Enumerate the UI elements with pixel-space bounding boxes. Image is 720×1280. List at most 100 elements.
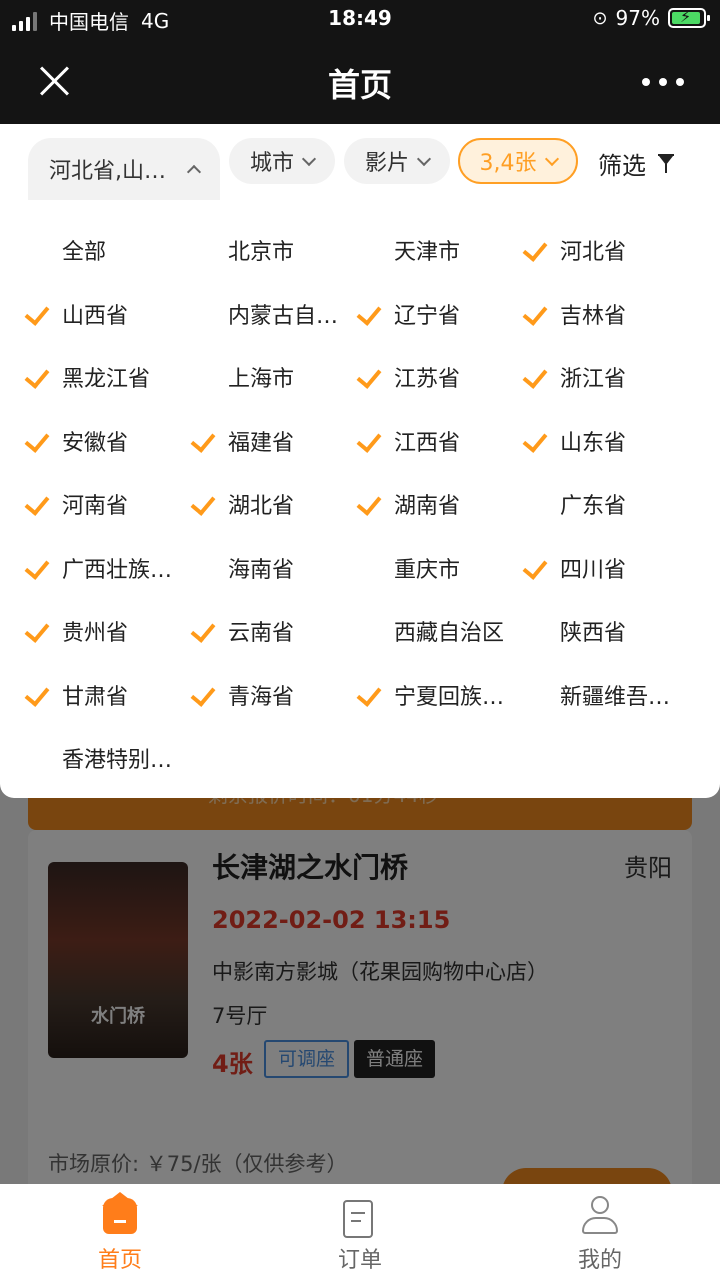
province-option-label: 贵州省 [62,621,129,646]
checkmark-icon [356,299,382,326]
province-option-label: 全部 [62,240,107,265]
province-option[interactable]: 江苏省 [356,353,520,393]
province-option[interactable]: 青海省 [190,671,354,711]
province-option-label: 黑龙江省 [62,367,151,392]
city-filter[interactable]: 城市 [229,138,335,184]
province-option[interactable]: 湖北省 [190,480,354,520]
ticket-count-filter[interactable]: 3,4张 [458,138,578,184]
checkmark-icon [190,490,216,516]
province-option-label: 甘肃省 [62,684,129,710]
film-filter[interactable]: 影片 [344,138,450,184]
checkmark-icon [522,553,548,580]
province-option[interactable]: 天津市 [360,226,520,266]
province-option-label: 青海省 [228,684,295,710]
province-option[interactable]: 河南省 [24,480,188,520]
province-option[interactable]: 四川省 [522,544,686,584]
province-option[interactable]: 上海市 [194,353,354,393]
province-option-label: 广西壮族自治区 [62,557,180,583]
filter-button[interactable]: 筛选 [598,146,676,181]
province-option[interactable]: 河北省 [522,226,686,266]
province-option-label: 辽宁省 [394,303,461,329]
province-option-label: 西藏自治区 [394,621,505,646]
province-option-label: 江西省 [394,430,461,456]
province-option-label: 河南省 [62,494,129,519]
province-option[interactable]: 山东省 [522,417,686,457]
home-icon [102,1192,138,1234]
tab-bar: 首页 订单 我的 [0,1184,720,1280]
checkmark-icon [522,299,548,326]
province-option-label: 吉林省 [560,303,627,329]
province-option-label: 浙江省 [560,367,627,392]
province-option[interactable]: 广东省 [526,480,686,520]
tab-orders[interactable]: 订单 [240,1184,480,1280]
checkmark-icon [190,617,216,643]
checkmark-icon [356,680,382,707]
province-filter-label: 河北省,山西省,辽宁省,吉林省,黑龙江省,江苏省,浙江省 [49,159,179,184]
province-option[interactable]: 吉林省 [522,290,686,330]
checkmark-icon [522,236,548,262]
tab-home[interactable]: 首页 [0,1184,240,1280]
province-option-label: 湖北省 [228,494,295,519]
tab-orders-label: 订单 [337,1248,382,1273]
province-option-label: 重庆市 [394,557,461,583]
province-option-label: 香港特别行政区 [62,748,180,773]
province-option[interactable]: 江西省 [356,417,520,457]
province-option-label: 陕西省 [560,621,627,646]
province-option-label: 新疆维吾尔自治区 [560,684,678,710]
province-option[interactable]: 海南省 [194,544,354,584]
province-option[interactable]: 广西壮族自治区 [24,544,188,584]
province-option-label: 四川省 [560,557,627,583]
checkmark-icon [190,426,216,453]
chevron-up-icon [186,164,202,179]
checkmark-icon [24,617,50,643]
province-option[interactable]: 香港特别行政区 [28,734,188,774]
province-option-label: 福建省 [228,430,295,456]
checkmark-icon [24,299,50,326]
province-option-label: 海南省 [228,557,295,583]
province-option[interactable]: 黑龙江省 [24,353,188,393]
tab-home-label: 首页 [97,1248,142,1273]
province-option[interactable]: 西藏自治区 [360,607,520,647]
province-option[interactable]: 陕西省 [526,607,686,647]
province-option[interactable]: 云南省 [190,607,354,647]
province-option-label: 内蒙古自治区 [228,303,346,329]
checkmark-icon [522,363,548,389]
checkmark-icon [356,490,382,516]
province-option[interactable]: 内蒙古自治区 [194,290,354,330]
chevron-down-icon [416,151,432,166]
province-option-label: 宁夏回族自治区 [394,684,512,710]
province-option[interactable]: 全部 [28,226,188,266]
province-option-label: 天津市 [394,240,461,265]
province-filter[interactable]: 河北省,山西省,辽宁省,吉林省,黑龙江省,江苏省,浙江省 [28,138,220,200]
filter-label: 筛选 [598,152,646,180]
province-option[interactable]: 重庆市 [360,544,520,584]
checkmark-icon [522,426,548,453]
film-filter-label: 影片 [364,151,409,176]
province-dropdown: 全部 北京市 天津市 河北省山西省 内蒙古自治区 辽宁省 吉林省黑龙江省 上海市 江苏省 浙江省安… [0,200,720,798]
order-icon [343,1200,373,1238]
province-option[interactable]: 新疆维吾尔自治区 [526,671,686,711]
province-option[interactable]: 辽宁省 [356,290,520,330]
checkmark-icon [356,363,382,389]
checkmark-icon [190,680,216,707]
province-option[interactable]: 北京市 [194,226,354,266]
tab-me-label: 我的 [577,1248,622,1273]
province-option-label: 湖南省 [394,494,461,519]
province-option[interactable]: 甘肃省 [24,671,188,711]
province-option[interactable]: 浙江省 [522,353,686,393]
province-option[interactable]: 福建省 [190,417,354,457]
province-option[interactable]: 安徽省 [24,417,188,457]
province-option-label: 上海市 [228,367,295,392]
province-option[interactable]: 贵州省 [24,607,188,647]
chevron-down-icon [544,151,559,166]
province-option[interactable]: 湖南省 [356,480,520,520]
province-option[interactable]: 山西省 [24,290,188,330]
checkmark-icon [356,426,382,453]
province-option-label: 广东省 [560,494,627,519]
chevron-down-icon [301,151,317,166]
province-option[interactable]: 宁夏回族自治区 [356,671,520,711]
province-option-label: 北京市 [228,240,295,265]
province-option-label: 云南省 [228,621,295,646]
tab-me[interactable]: 我的 [480,1184,720,1280]
checkmark-icon [24,363,50,389]
